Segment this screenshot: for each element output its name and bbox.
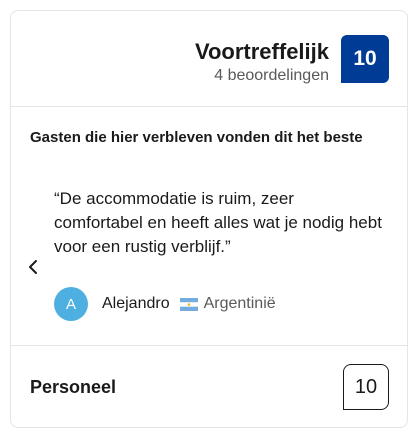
review-score-card: Voortreffelijk 4 beoordelingen 10 Gasten… — [10, 10, 408, 428]
previous-review-button[interactable] — [25, 255, 41, 279]
score-header: Voortreffelijk 4 beoordelingen 10 — [11, 11, 407, 107]
argentina-flag-icon — [179, 297, 198, 311]
reviewer-info: A Alejandro Argentinië — [54, 287, 276, 321]
reviewer-name: Alejandro — [102, 295, 170, 312]
review-quote: “De accommodatie is ruim, zeer comfortab… — [54, 189, 382, 256]
avatar: A — [54, 287, 88, 321]
reviewer-country: Argentinië — [203, 295, 276, 312]
category-score-badge: 10 — [343, 364, 389, 410]
chevron-left-icon — [29, 260, 37, 274]
review-count[interactable]: 4 beoordelingen — [214, 67, 329, 85]
divider — [11, 345, 407, 346]
category-label: Personeel — [30, 377, 117, 397]
highlights-title: Gasten die hier verbleven vonden dit het… — [30, 129, 363, 146]
score-badge: 10 — [341, 35, 389, 83]
rating-word: Voortreffelijk — [194, 39, 329, 64]
